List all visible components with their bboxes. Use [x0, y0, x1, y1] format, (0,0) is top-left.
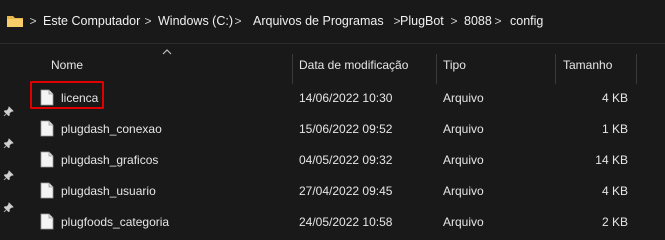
- breadcrumb-item-arquivos-de-programas[interactable]: Arquivos de Programas: [253, 14, 384, 28]
- file-row[interactable]: plugdash_graficos 04/05/2022 09:32 Arqui…: [18, 144, 665, 175]
- pin-icon[interactable]: [3, 202, 14, 213]
- pin-icon[interactable]: [3, 106, 14, 117]
- breadcrumb-separator: >: [450, 14, 458, 28]
- file-name: plugdash_conexao: [61, 122, 162, 136]
- breadcrumb-separator: >: [144, 14, 152, 28]
- file-type: Arquivo: [443, 215, 484, 229]
- pin-icon[interactable]: [3, 170, 14, 181]
- file-explorer: > Este Computador > Windows (C:) > Arqui…: [0, 0, 665, 234]
- column-divider[interactable]: [292, 54, 293, 84]
- file-row[interactable]: plugfoods_categoria 24/05/2022 10:58 Arq…: [18, 206, 665, 237]
- file-date: 15/06/2022 09:52: [299, 122, 393, 136]
- file-type: Arquivo: [443, 184, 484, 198]
- file-name: plugfoods_categoria: [61, 215, 170, 229]
- pin-icon[interactable]: [3, 138, 14, 149]
- column-divider[interactable]: [436, 54, 437, 84]
- column-header-name[interactable]: Nome: [51, 58, 83, 72]
- file-name: plugdash_usuario: [61, 184, 156, 198]
- file-type: Arquivo: [443, 122, 484, 136]
- file-row[interactable]: plugdash_conexao 15/06/2022 09:52 Arquiv…: [18, 113, 665, 144]
- breadcrumb[interactable]: > Este Computador > Windows (C:) > Arqui…: [0, 0, 665, 44]
- file-icon: [40, 182, 54, 199]
- breadcrumb-item-config[interactable]: config: [510, 14, 543, 28]
- file-size: 2 KB: [601, 215, 628, 229]
- column-header-date[interactable]: Data de modificação: [299, 58, 408, 72]
- column-header-size[interactable]: Tamanho: [563, 58, 612, 72]
- file-date: 24/05/2022 10:58: [299, 215, 393, 229]
- file-type: Arquivo: [443, 91, 484, 105]
- quick-access-strip: [0, 44, 18, 234]
- breadcrumb-item-8088[interactable]: 8088: [464, 14, 492, 28]
- breadcrumb-separator: >: [494, 14, 502, 28]
- file-row[interactable]: plugdash_usuario 27/04/2022 09:45 Arquiv…: [18, 175, 665, 206]
- file-row[interactable]: licenca 14/06/2022 10:30 Arquivo 4 KB: [18, 82, 665, 113]
- file-size: 14 KB: [595, 153, 628, 167]
- column-headers: Nome Data de modificação Tipo Tamanho: [18, 44, 665, 84]
- highlight-box: [30, 81, 104, 109]
- folder-icon: [7, 16, 23, 27]
- breadcrumb-separator: >: [234, 14, 242, 28]
- breadcrumb-separator: >: [29, 14, 37, 28]
- column-divider[interactable]: [555, 54, 556, 84]
- file-size: 4 KB: [601, 91, 628, 105]
- breadcrumb-item-plugbot[interactable]: PlugBot: [400, 14, 444, 28]
- file-icon: [40, 213, 54, 230]
- file-size: 1 KB: [601, 122, 628, 136]
- breadcrumb-item-windows[interactable]: Windows (C:): [158, 14, 233, 28]
- file-type: Arquivo: [443, 153, 484, 167]
- file-name: plugdash_graficos: [61, 153, 159, 167]
- file-icon: [40, 120, 54, 137]
- file-icon: [40, 151, 54, 168]
- file-size: 4 KB: [601, 184, 628, 198]
- file-date: 27/04/2022 09:45: [299, 184, 393, 198]
- breadcrumb-item-este-computador[interactable]: Este Computador: [43, 14, 140, 28]
- file-date: 04/05/2022 09:32: [299, 153, 393, 167]
- column-header-type[interactable]: Tipo: [443, 58, 466, 72]
- file-date: 14/06/2022 10:30: [299, 91, 393, 105]
- sort-up-icon: [162, 49, 172, 55]
- column-divider[interactable]: [636, 54, 637, 84]
